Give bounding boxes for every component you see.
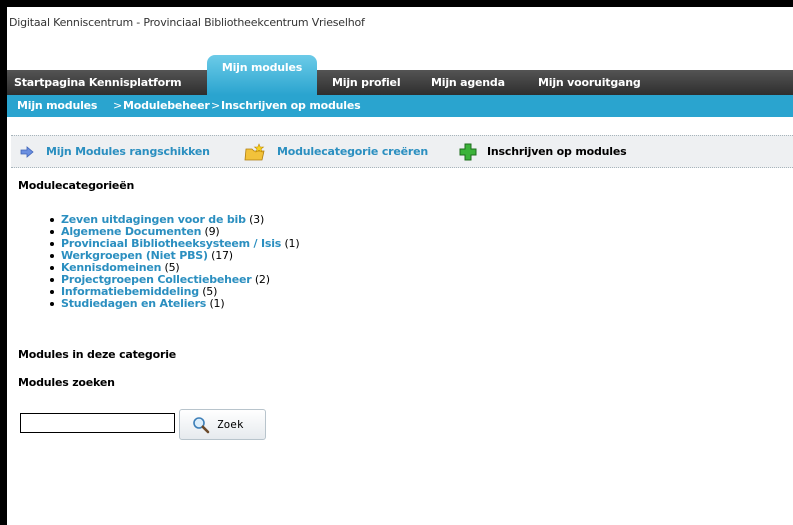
search-button-label: Zoek	[217, 418, 244, 431]
folder-star-icon	[244, 142, 265, 160]
search-heading: Modules zoeken	[18, 376, 115, 389]
search-button[interactable]: Zoek	[179, 409, 266, 440]
category-count: (1)	[284, 237, 300, 250]
categories-heading: Modulecategorieën	[18, 179, 135, 192]
search-input[interactable]	[20, 413, 175, 433]
category-count: (1)	[209, 297, 225, 310]
page-frame: Digitaal Kenniscentrum - Provinciaal Bib…	[7, 7, 793, 525]
top-navigation: Startpagina Kennisplatform Mijn profiel …	[7, 70, 793, 95]
breadcrumb-separator: >	[211, 99, 221, 112]
nav-my-modules-tab[interactable]: Mijn modules	[207, 55, 317, 95]
breadcrumb-item-modulebeheer[interactable]: Modulebeheer	[123, 95, 210, 117]
category-link[interactable]: Studiedagen en Ateliers	[61, 297, 206, 310]
subscribe-modules-button[interactable]: Inschrijven op modules	[459, 136, 627, 167]
category-count: (3)	[249, 213, 265, 226]
site-title: Digitaal Kenniscentrum - Provinciaal Bib…	[9, 16, 365, 29]
breadcrumb-separator: >	[113, 99, 123, 112]
category-count: (17)	[211, 249, 233, 262]
breadcrumb-item-my-modules[interactable]: Mijn modules	[17, 95, 97, 117]
arrow-right-icon	[20, 145, 34, 158]
arrange-modules-label: Mijn Modules rangschikken	[46, 145, 210, 158]
subscribe-modules-label: Inschrijven op modules	[487, 145, 627, 158]
nav-progress[interactable]: Mijn vooruitgang	[538, 70, 641, 95]
magnifier-icon	[193, 416, 210, 433]
category-list: Zeven uitdagingen voor de bib (3) Algeme…	[50, 213, 300, 310]
category-count: (2)	[254, 273, 270, 286]
create-category-button[interactable]: Modulecategorie creëren	[244, 136, 428, 167]
modules-in-category-heading: Modules in deze categorie	[18, 348, 177, 361]
green-plus-icon	[459, 143, 477, 160]
action-toolbar: Mijn Modules rangschikken Modulecategori…	[11, 135, 793, 168]
list-item: Studiedagen en Ateliers (1)	[50, 298, 299, 310]
nav-home[interactable]: Startpagina Kennisplatform	[14, 70, 182, 95]
breadcrumb-item-current: Inschrijven op modules	[221, 99, 361, 112]
create-category-label: Modulecategorie creëren	[277, 145, 429, 158]
breadcrumb: Mijn modules > Modulebeheer > Inschrijve…	[7, 95, 793, 117]
nav-profile[interactable]: Mijn profiel	[332, 70, 401, 95]
nav-agenda[interactable]: Mijn agenda	[431, 70, 505, 95]
arrange-modules-button[interactable]: Mijn Modules rangschikken	[20, 136, 210, 167]
